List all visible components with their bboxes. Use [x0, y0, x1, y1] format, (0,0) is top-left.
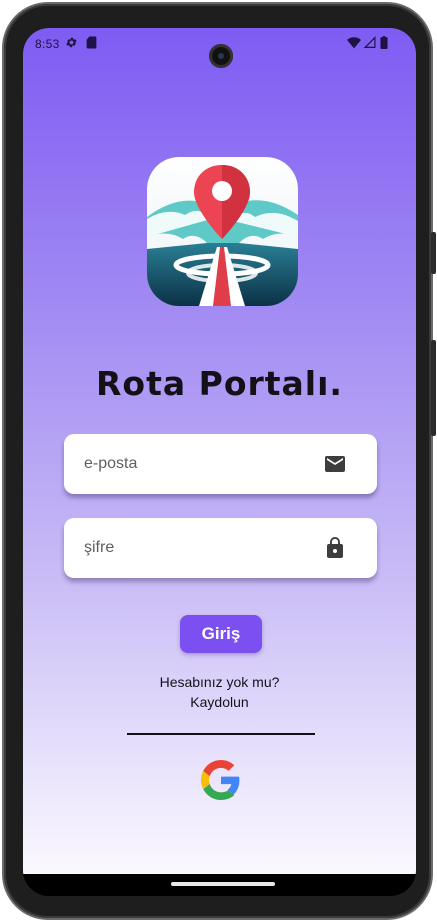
signup-link[interactable]: Kaydolun: [23, 694, 416, 710]
login-button[interactable]: Giriş: [180, 615, 262, 653]
mail-icon: [325, 456, 345, 472]
navigation-bar: [23, 874, 416, 896]
status-time: 8:53: [35, 37, 60, 51]
sd-card-icon: [86, 36, 97, 49]
email-input[interactable]: [64, 434, 324, 494]
email-field[interactable]: [64, 434, 377, 494]
app-title: Rota Portalı.: [96, 364, 343, 403]
front-camera: [209, 44, 233, 68]
volume-button: [431, 232, 436, 274]
signal-icon: [364, 36, 376, 49]
divider: [127, 733, 315, 735]
phone-frame: 8:53 Rota Portalı. e-posta Giriş Hesabın…: [4, 4, 436, 918]
battery-icon: [380, 36, 388, 49]
map-pin-road-icon: [147, 157, 298, 306]
lock-icon: [327, 537, 343, 558]
screen: 8:53 Rota Portalı. e-posta Giriş Hesabın…: [23, 28, 416, 896]
password-field[interactable]: [64, 518, 377, 578]
power-button: [431, 340, 436, 436]
gear-icon: [66, 37, 77, 48]
app-logo: [147, 157, 298, 306]
home-gesture-handle[interactable]: [171, 882, 275, 886]
signup-question: Hesabınız yok mu?: [159, 674, 280, 690]
password-input[interactable]: [64, 518, 324, 578]
login-screen: 8:53 Rota Portalı. e-posta Giriş Hesabın…: [23, 28, 416, 874]
wifi-icon: [347, 37, 361, 49]
google-icon[interactable]: [201, 760, 241, 800]
